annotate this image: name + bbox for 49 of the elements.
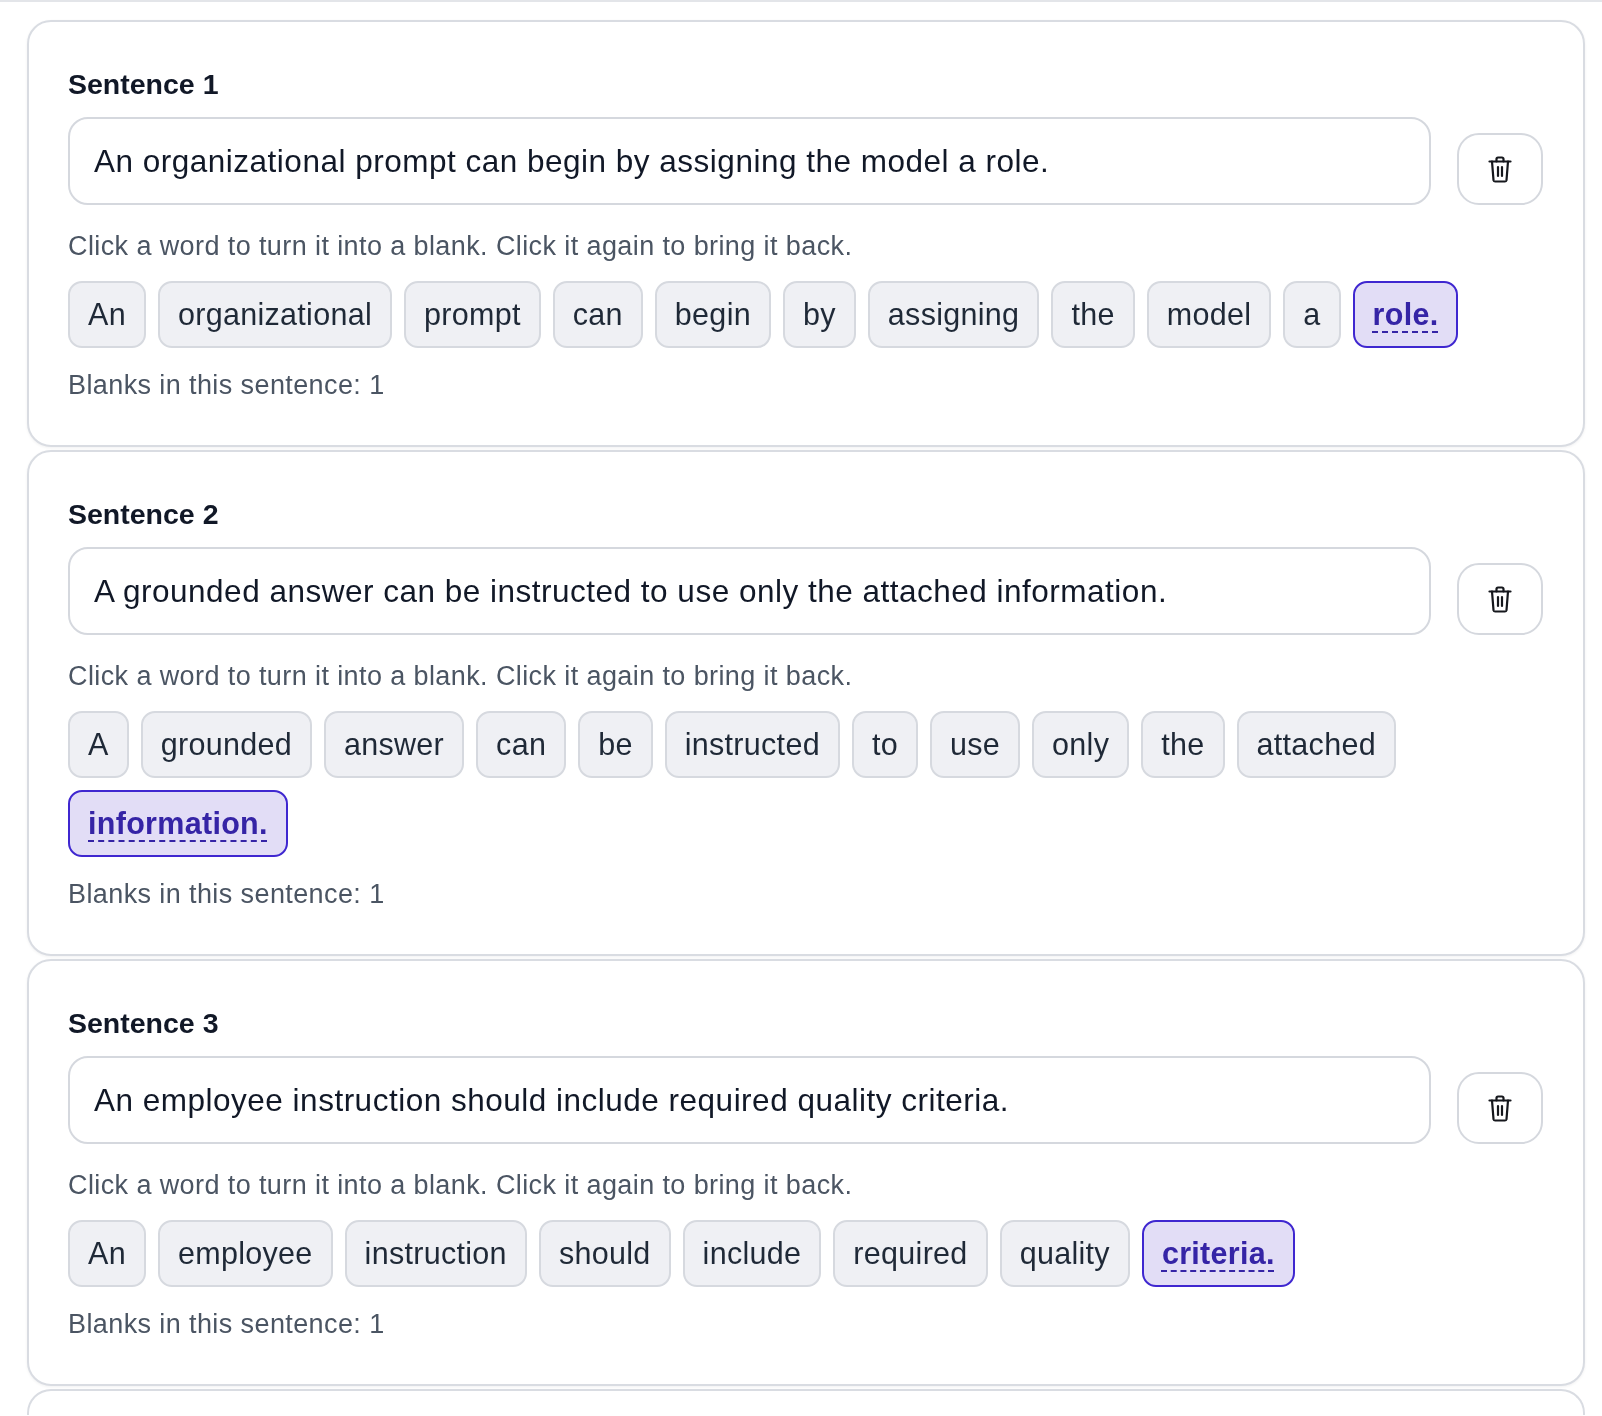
word-chip[interactable]: begin	[654, 281, 771, 348]
word-chip[interactable]: be	[578, 711, 653, 778]
trash-icon	[1488, 155, 1512, 183]
sentence-input[interactable]: An organizational prompt can begin by assigning the model a role.	[68, 117, 1431, 205]
trash-icon	[1488, 585, 1512, 613]
word-chip[interactable]: quality	[999, 1220, 1130, 1287]
word-chip[interactable]: the	[1051, 281, 1135, 348]
word-chip[interactable]: instruction	[344, 1220, 527, 1287]
word-chip[interactable]: model	[1146, 281, 1272, 348]
word-chip[interactable]: the	[1141, 711, 1225, 778]
word-chip[interactable]: can	[552, 281, 643, 348]
word-chip[interactable]: role.	[1352, 281, 1459, 348]
word-chip[interactable]: grounded	[140, 711, 312, 778]
delete-button[interactable]	[1457, 1072, 1543, 1144]
word-chip[interactable]: information.	[68, 790, 288, 857]
delete-button[interactable]	[1457, 563, 1543, 635]
word-chip[interactable]: can	[476, 711, 567, 778]
hint-text: Click a word to turn it into a blank. Click it again to bring it back.	[68, 230, 854, 263]
word-chip[interactable]: include	[682, 1220, 822, 1287]
word-chip[interactable]: An	[68, 281, 146, 348]
blank-count-text: Blanks in this sentence: 1	[68, 1308, 386, 1341]
hint-text: Click a word to turn it into a blank. Click it again to bring it back.	[68, 1169, 854, 1202]
word-chip[interactable]: use	[929, 711, 1021, 778]
word-chip[interactable]: answer	[323, 711, 465, 778]
word-chip[interactable]: employee	[157, 1220, 333, 1287]
blank-count-text: Blanks in this sentence: 1	[68, 369, 386, 402]
blank-count-text: Blanks in this sentence: 1	[68, 878, 386, 911]
word-chip[interactable]: instructed	[664, 711, 840, 778]
sentence-input[interactable]: A grounded answer can be instructed to use only the attached information.	[68, 547, 1431, 635]
word-chip[interactable]: to	[851, 711, 918, 778]
sentence-heading: Sentence 3	[68, 1006, 220, 1040]
sentence-heading: Sentence 2	[68, 497, 220, 531]
word-chip[interactable]: by	[783, 281, 856, 348]
word-chip[interactable]: assigning	[867, 281, 1040, 348]
word-chip[interactable]: An	[68, 1220, 146, 1287]
word-chip[interactable]: organizational	[157, 281, 393, 348]
word-chip[interactable]: A	[68, 711, 129, 778]
word-chip[interactable]: should	[538, 1220, 671, 1287]
delete-button[interactable]	[1457, 133, 1543, 205]
trash-icon	[1488, 1094, 1512, 1122]
word-chip[interactable]: a	[1283, 281, 1341, 348]
word-chip[interactable]: only	[1032, 711, 1130, 778]
word-chip[interactable]: attached	[1236, 711, 1396, 778]
word-chip[interactable]: required	[833, 1220, 988, 1287]
sentence-input[interactable]: An employee instruction should include required quality criteria.	[68, 1056, 1431, 1144]
hint-text: Click a word to turn it into a blank. Click it again to bring it back.	[68, 660, 854, 693]
word-chip[interactable]: criteria.	[1141, 1220, 1295, 1287]
sentence-heading: Sentence 1	[68, 67, 220, 101]
word-chip[interactable]: prompt	[404, 281, 541, 348]
